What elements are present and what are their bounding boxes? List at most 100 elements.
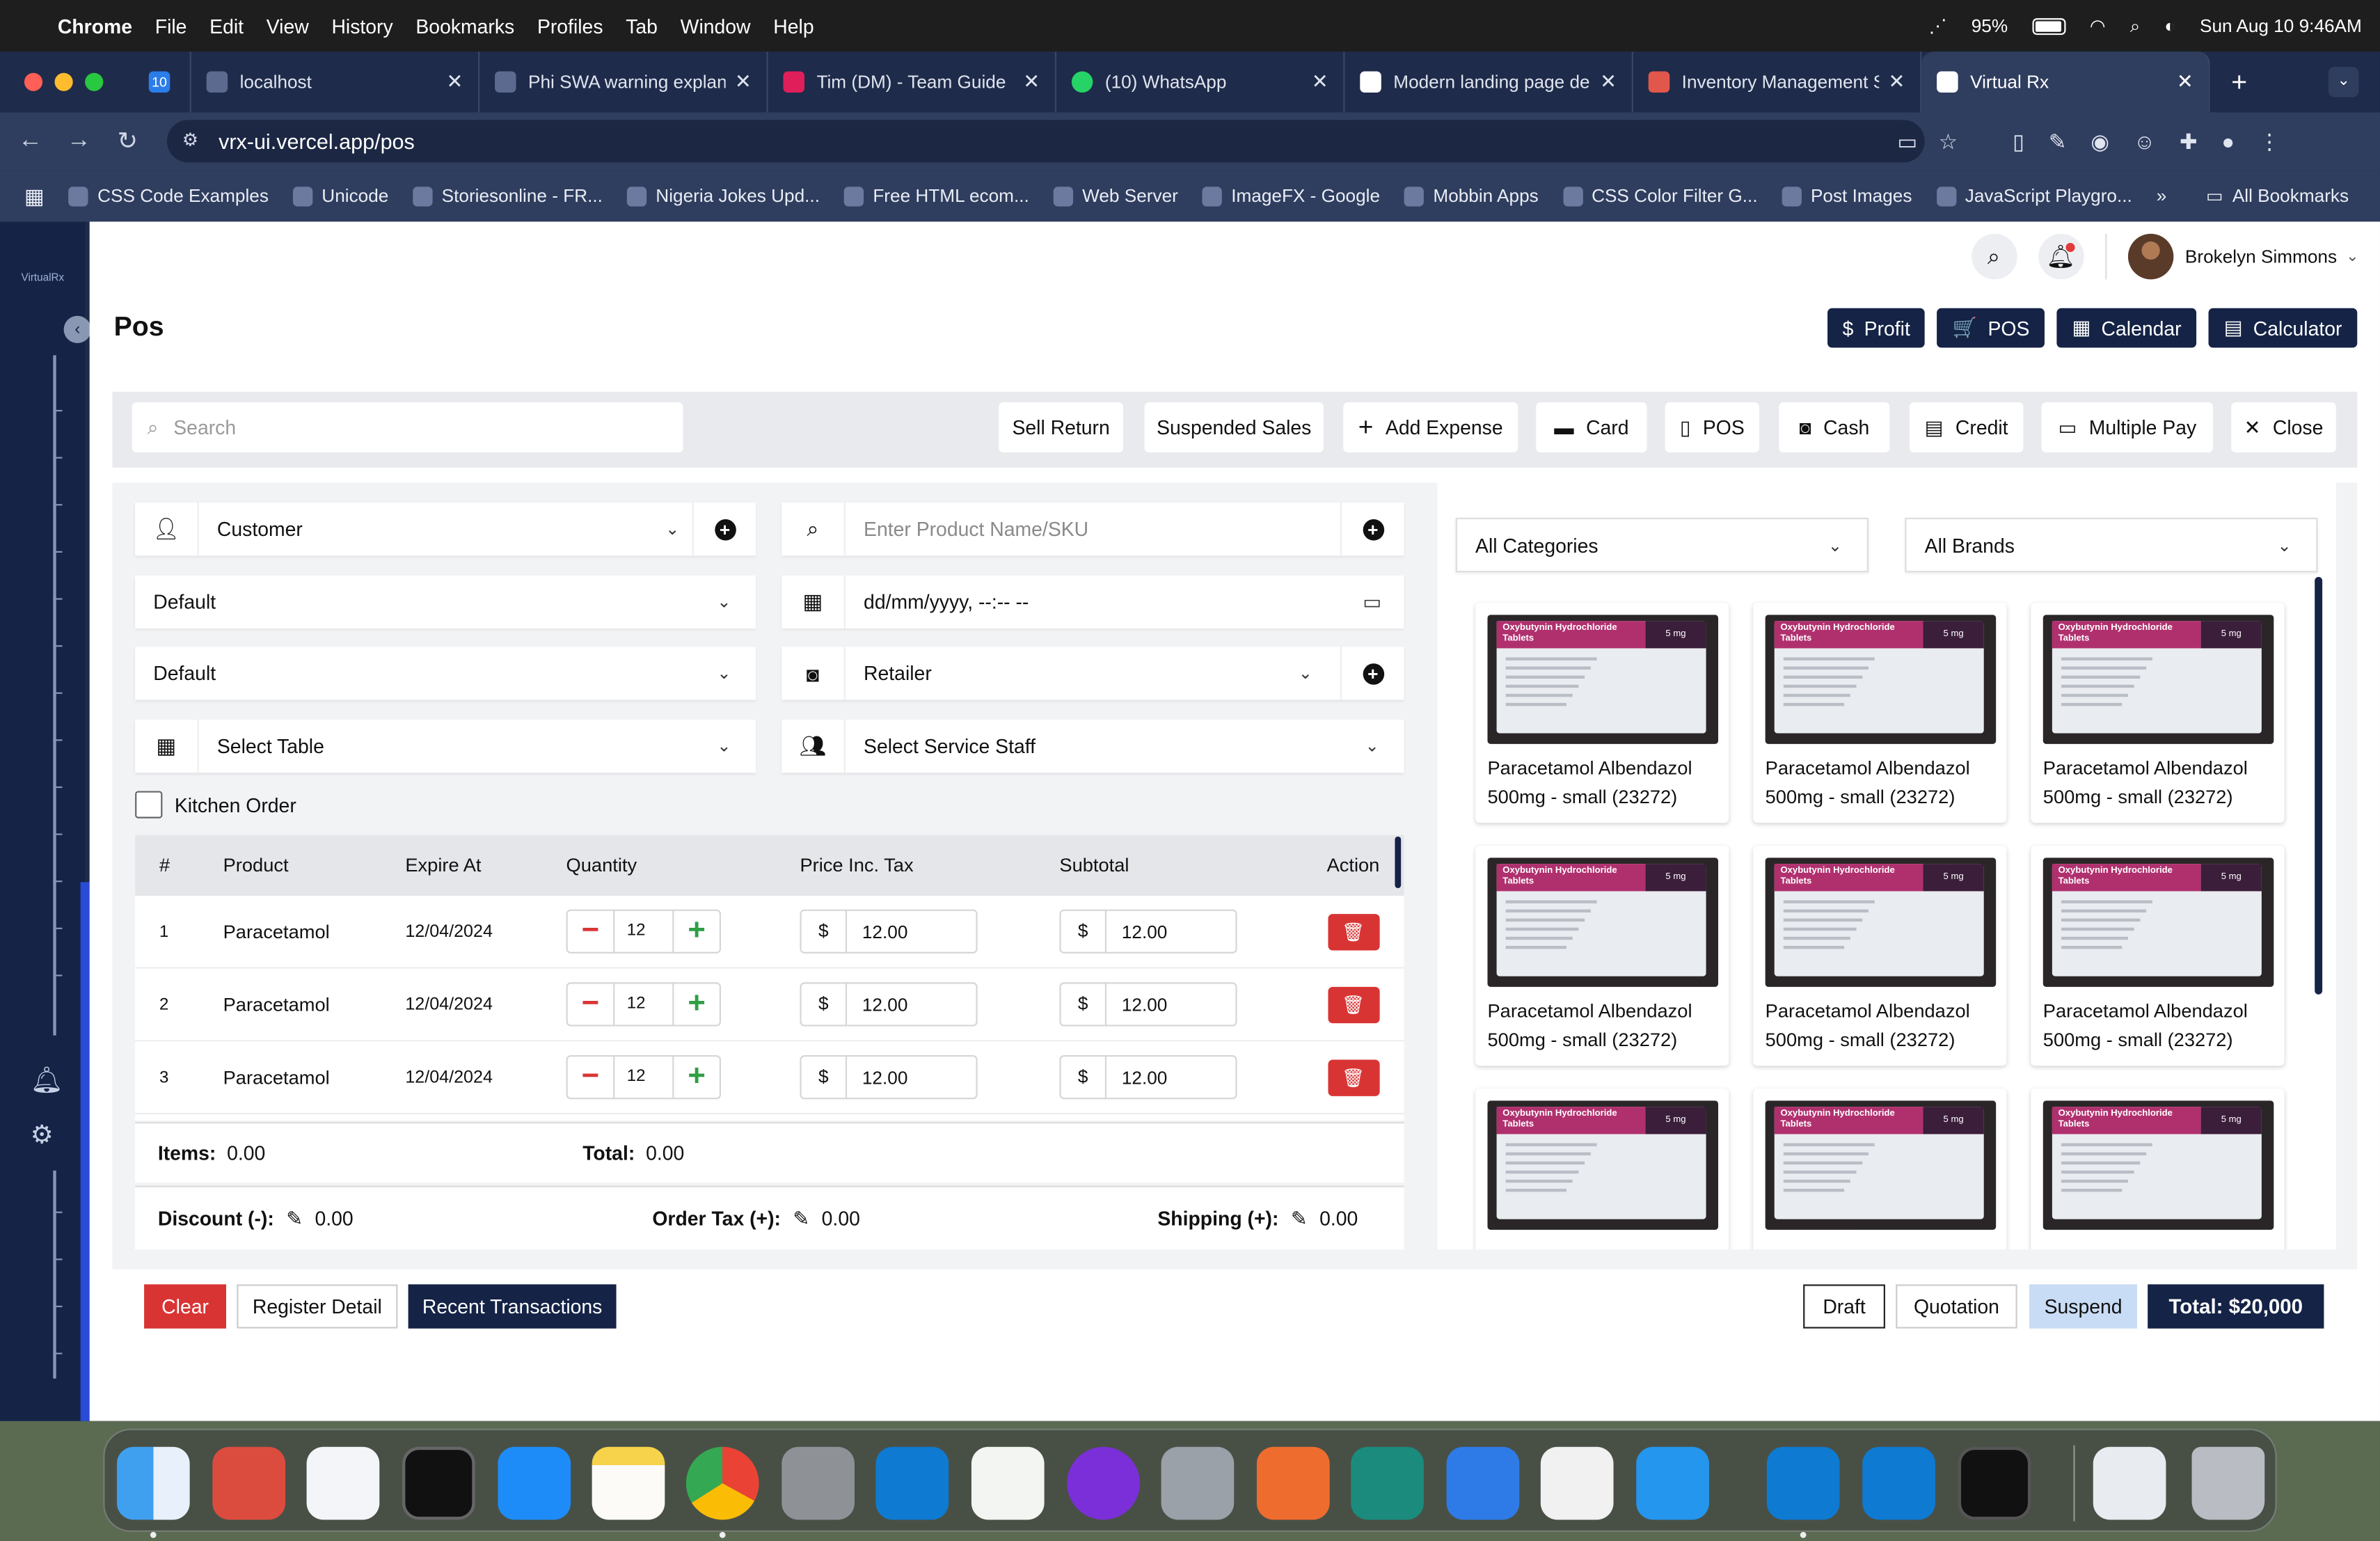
pos-button[interactable]: 🛒 POS <box>1937 308 2045 348</box>
kitchen-order-checkbox[interactable] <box>135 791 163 819</box>
app-logo[interactable]: VirtualRx <box>22 274 65 284</box>
close-tab-icon[interactable]: ✕ <box>1023 70 1040 94</box>
todoist-icon[interactable] <box>212 1446 286 1520</box>
location-select[interactable]: Default ⌄ <box>135 647 756 700</box>
menu-edit[interactable]: Edit <box>209 15 244 38</box>
extension-eyedropper-icon[interactable]: ✎ <box>2049 128 2067 154</box>
suspend-button[interactable]: Suspend <box>2029 1284 2138 1329</box>
delete-row-button[interactable]: 🗑︎ <box>1327 913 1379 950</box>
bookmark-item[interactable]: JavaScript Playgro... <box>1936 185 2132 207</box>
price-input[interactable]: $12.00 <box>800 1054 978 1100</box>
avatar[interactable] <box>2127 233 2173 280</box>
clock[interactable]: Sun Aug 10 9:46AM <box>2200 15 2362 37</box>
quantity-input[interactable]: 12 <box>613 909 674 954</box>
menu-bookmarks[interactable]: Bookmarks <box>415 15 514 38</box>
notifications-button[interactable]: 🔔︎ <box>2038 233 2084 280</box>
tab-phi[interactable]: Phi SWA warning explan ✕ <box>479 52 768 113</box>
tab-slack[interactable]: Tim (DM) - Team Guide ✕ <box>768 52 1057 113</box>
price-group-select[interactable]: Default ⌄ <box>135 575 756 629</box>
chrome-icon[interactable] <box>685 1446 759 1520</box>
sidebar-collapse-button[interactable]: ‹ <box>63 315 91 343</box>
bookmark-item[interactable]: CSS Code Examples <box>68 185 269 207</box>
tab-whatsapp[interactable]: (10) WhatsApp ✕ <box>1056 52 1345 113</box>
vscode-icon[interactable] <box>1766 1446 1840 1520</box>
tab-localhost[interactable]: localhost ✕ <box>191 52 480 113</box>
wifi-icon[interactable]: ◠ <box>2090 15 2106 37</box>
apps-grid-icon[interactable]: ▦ <box>24 183 45 209</box>
quantity-input[interactable]: 12 <box>613 1054 674 1100</box>
webstorm-icon[interactable] <box>1067 1446 1141 1520</box>
gear-icon[interactable]: ⚙ <box>31 1121 54 1151</box>
xcode-icon[interactable] <box>1446 1446 1520 1520</box>
table-select[interactable]: ▦ Select Table ⌄ <box>135 719 756 773</box>
postman-icon[interactable] <box>1256 1446 1330 1520</box>
subtotal-input[interactable]: $12.00 <box>1059 909 1237 954</box>
terminal-icon[interactable] <box>402 1446 475 1520</box>
product-card[interactable]: Oxybutynin Hydrochloride Tablets 5 mg <box>2031 1088 2285 1250</box>
address-bar[interactable]: ⚙ vrx-ui.vercel.app/pos <box>166 120 1925 163</box>
simplenote-icon[interactable] <box>306 1446 380 1520</box>
bell-icon[interactable]: 🔔︎ <box>31 1066 63 1096</box>
system-settings-icon[interactable] <box>782 1446 855 1520</box>
new-tab-button[interactable]: + <box>2231 66 2247 98</box>
product-card[interactable]: Oxybutynin Hydrochloride Tablets 5 mg Para… <box>1753 845 2007 1066</box>
table-scrollbar[interactable] <box>1395 836 1402 889</box>
bookmark-item[interactable]: Post Images <box>1782 185 1912 207</box>
suspended-sales-button[interactable]: Suspended Sales <box>1144 402 1324 453</box>
calculator-button[interactable]: ▤ Calculator <box>2208 308 2358 348</box>
bookmark-item[interactable]: Nigeria Jokes Upd... <box>626 185 820 207</box>
minus-button[interactable]: − <box>568 914 613 949</box>
kitchen-order-toggle[interactable]: Kitchen Order <box>135 791 296 819</box>
search-button[interactable]: ⌕ <box>1971 233 2017 280</box>
back-icon[interactable]: ← <box>6 127 55 155</box>
bookmarks-overflow-button[interactable]: » <box>2157 185 2167 207</box>
multiple-pay-button[interactable]: ▭ Multiple Pay <box>2041 402 2214 453</box>
quotation-button[interactable]: Quotation <box>1896 1284 2017 1329</box>
menu-view[interactable]: View <box>267 15 309 38</box>
service-staff-select[interactable]: 👥︎ Select Service Staff ⌄ <box>782 719 1404 773</box>
battery-icon[interactable] <box>2032 17 2066 35</box>
reload-icon[interactable]: ↻ <box>103 126 152 157</box>
add-customer-button[interactable]: + <box>692 503 756 556</box>
close-tab-icon[interactable]: ✕ <box>2177 70 2193 94</box>
product-card[interactable]: Oxybutynin Hydrochloride Tablets 5 mg Para… <box>1475 602 1729 823</box>
edit-icon[interactable]: ✎ <box>1291 1206 1308 1231</box>
close-tab-icon[interactable]: ✕ <box>735 70 752 94</box>
add-retailer-button[interactable]: + <box>1340 647 1404 700</box>
control-center-icon[interactable]: ◐ <box>2164 15 2175 37</box>
trash-icon[interactable] <box>2191 1446 2265 1520</box>
credit-button[interactable]: ▤ Credit <box>1909 402 2024 453</box>
database-icon[interactable] <box>1161 1446 1235 1520</box>
tab-pinned[interactable]: 10 <box>131 52 191 113</box>
bookmark-item[interactable]: Web Server <box>1053 185 1178 207</box>
product-card[interactable]: Oxybutynin Hydrochloride Tablets 5 mg <box>1475 1088 1729 1250</box>
register-detail-button[interactable]: Register Detail <box>237 1284 398 1329</box>
zoom-window-button[interactable] <box>85 72 104 91</box>
extension-face-icon[interactable]: ☺ <box>2134 129 2155 153</box>
clear-button[interactable]: Clear <box>144 1284 226 1329</box>
tab-inventory[interactable]: Inventory Management S ✕ <box>1633 52 1922 113</box>
vscode-icon[interactable] <box>875 1446 949 1520</box>
minus-button[interactable]: − <box>568 987 613 1022</box>
retailer-select[interactable]: ◙ Retailer ⌄ + <box>782 647 1404 700</box>
plus-button[interactable]: + <box>674 987 719 1022</box>
sell-return-button[interactable]: Sell Return <box>999 402 1124 453</box>
vscode-insiders-icon[interactable] <box>1862 1446 1935 1520</box>
close-tab-icon[interactable]: ✕ <box>446 70 463 94</box>
extension-color-icon[interactable]: ◉ <box>2091 128 2109 154</box>
menu-window[interactable]: Window <box>681 15 751 38</box>
forward-icon[interactable]: → <box>55 127 104 155</box>
menu-profiles[interactable]: Profiles <box>537 15 603 38</box>
mongodb-icon[interactable] <box>971 1446 1045 1520</box>
minus-button[interactable]: − <box>568 1060 613 1095</box>
install-app-icon[interactable]: ▭ <box>1897 128 1917 154</box>
card-button[interactable]: ▬ Card <box>1536 402 1647 453</box>
add-expense-button[interactable]: + Add Expense <box>1343 402 1518 453</box>
close-tab-icon[interactable]: ✕ <box>1889 70 1905 94</box>
subtotal-input[interactable]: $12.00 <box>1059 982 1237 1027</box>
app-menu[interactable]: Chrome <box>58 15 132 38</box>
menu-file[interactable]: File <box>155 15 187 38</box>
edit-icon[interactable]: ✎ <box>286 1206 303 1231</box>
total-pay-button[interactable]: Total: $20,000 <box>2148 1284 2324 1329</box>
chatgpt-icon[interactable] <box>1540 1446 1614 1520</box>
